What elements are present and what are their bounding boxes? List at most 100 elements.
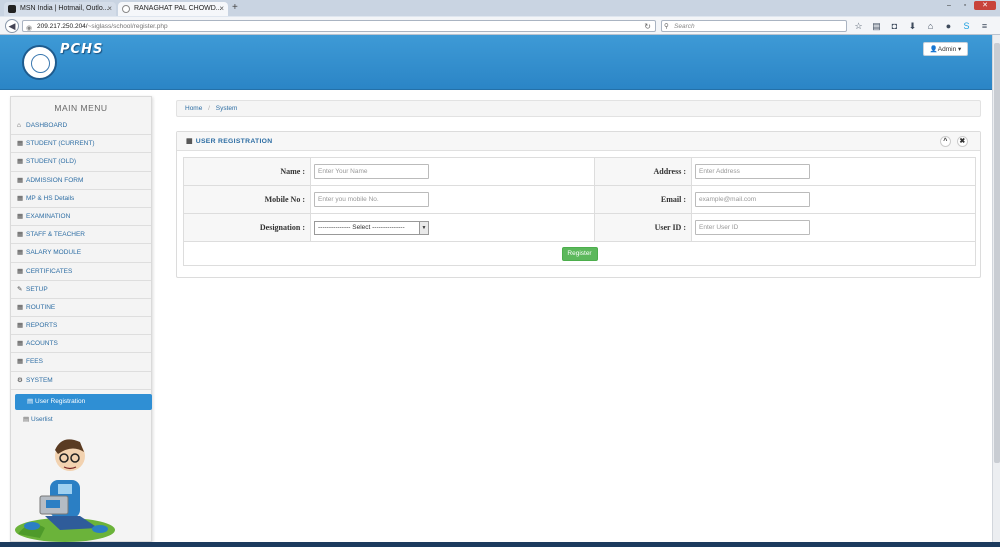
tab-close-icon[interactable]: × — [107, 2, 112, 16]
sidebar-item-setup[interactable]: ✎ SETUP — [11, 281, 151, 299]
sidebar-item-student-current[interactable]: ▦ STUDENT (CURRENT) — [11, 135, 151, 154]
grid-icon: ▦ — [17, 303, 24, 311]
form-row: Mobile No : Email : — [183, 185, 976, 214]
browser-chrome: MSN India | Hotmail, Outlo... × RANAGHAT… — [0, 0, 1000, 35]
menu-icon[interactable]: ≡ — [978, 20, 991, 32]
bookmark-star-icon[interactable]: ☆ — [852, 20, 865, 32]
sidebar-item-routine[interactable]: ▦ ROUTINE — [11, 299, 151, 318]
sidebar-item-label: STUDENT (CURRENT) — [26, 140, 95, 148]
sidebar-item-label: ROUTINE — [26, 303, 56, 311]
sidebar-item-acounts[interactable]: ▦ ACOUNTS — [11, 335, 151, 354]
maximize-icon[interactable]: ▫ — [958, 1, 972, 10]
globe-icon: ◉ — [26, 25, 33, 32]
grid-icon: ▦ — [17, 267, 24, 275]
email-input[interactable] — [695, 192, 810, 207]
address-cell — [691, 157, 976, 186]
userid-input[interactable] — [695, 220, 810, 235]
msn-favicon-icon — [8, 5, 16, 13]
skype-icon[interactable]: S — [960, 20, 973, 32]
mobile-input[interactable] — [314, 192, 429, 207]
back-button[interactable]: ◀ — [5, 19, 19, 33]
clipboard-icon[interactable]: ▤ — [870, 20, 883, 32]
os-taskbar — [0, 542, 1000, 547]
mobile-label: Mobile No : — [183, 185, 311, 214]
page-scrollbar[interactable] — [992, 35, 1000, 542]
panel-close-icon[interactable]: ✖ — [957, 136, 968, 147]
sidebar-item-staff-teacher[interactable]: ▦ STAFF & TEACHER — [11, 226, 151, 245]
breadcrumb-current[interactable]: System — [216, 105, 238, 112]
admin-dropdown-button[interactable]: 👤Admin ▾ — [923, 42, 968, 56]
name-label: Name : — [183, 157, 311, 186]
panel-title: USER REGISTRATION — [195, 138, 273, 145]
scrollbar-thumb[interactable] — [994, 43, 1000, 463]
sidebar-subitem-label: User Registration — [35, 397, 86, 405]
grid-icon: ▦ — [186, 138, 193, 145]
sidebar-item-label: ADMISSION FORM — [26, 176, 84, 184]
designation-select[interactable]: --------------- Select --------------- ▼ — [314, 220, 429, 235]
download-icon[interactable]: ⬇ — [906, 20, 919, 32]
sidebar-item-mp-hs-details[interactable]: ▦ MP & HS Details — [11, 190, 151, 208]
breadcrumb-home-link[interactable]: Home — [185, 105, 202, 112]
sidebar-item-label: SYSTEM — [26, 376, 53, 384]
url-bar[interactable]: ◉ 209.217.250.204/~siglass/school/regist… — [22, 20, 656, 32]
address-label: Address : — [594, 157, 692, 186]
sidebar-item-label: MP & HS Details — [26, 194, 75, 202]
grid-icon: ▦ — [17, 231, 24, 239]
toolbar-icons: ☆ ▤ ◘ ⬇ ⌂ ● S ≡ — [852, 20, 991, 32]
sidebar-subitem-userlist[interactable]: ▤ Userlist — [11, 412, 151, 428]
reload-icon[interactable]: ↻ — [644, 21, 651, 32]
wrench-icon: ✎ — [17, 285, 23, 293]
button-cell: Register — [183, 241, 976, 266]
tab-close-icon[interactable]: × — [219, 2, 224, 16]
registration-form: Name : Address : Mobile No : Email : Des… — [183, 157, 976, 266]
tab-ranaghat[interactable]: RANAGHAT PAL CHOWD... × — [118, 2, 228, 16]
register-button[interactable]: Register — [561, 246, 598, 261]
mobile-cell — [310, 185, 595, 214]
search-input[interactable]: ⚲ Search — [661, 20, 847, 32]
sidebar-item-certificates[interactable]: ▦ CERTIFICATES — [11, 263, 151, 281]
grid-icon: ▦ — [17, 340, 24, 348]
sidebar-item-examination[interactable]: ▦ EXAMINATION — [11, 208, 151, 227]
sidebar-item-admission-form[interactable]: ▦ ADMISSION FORM — [11, 172, 151, 190]
sidebar-item-dashboard[interactable]: ⌂ DASHBOARD — [11, 117, 151, 136]
sidebar-item-student-old[interactable]: ▦ STUDENT (OLD) — [11, 153, 151, 172]
designation-cell: --------------- Select --------------- ▼ — [310, 213, 595, 242]
sidebar-item-fees[interactable]: ▦ FEES — [11, 353, 151, 372]
grid-icon: ▦ — [17, 322, 24, 330]
search-placeholder: Search — [674, 23, 695, 30]
tab-title: RANAGHAT PAL CHOWD... — [134, 5, 222, 12]
brand-title: PCHS — [60, 42, 104, 57]
designation-label: Designation : — [183, 213, 311, 242]
tab-msn[interactable]: MSN India | Hotmail, Outlo... × — [4, 2, 116, 16]
grid-icon: ▦ — [17, 194, 24, 202]
email-cell — [691, 185, 976, 214]
home-icon[interactable]: ⌂ — [924, 20, 937, 32]
sidebar-subitem-user-registration[interactable]: ▤ User Registration — [15, 393, 152, 410]
sidebar-item-label: CERTIFICATES — [26, 267, 73, 275]
user-registration-panel: ▦USER REGISTRATION ^ ✖ Name : Address : … — [176, 131, 981, 278]
name-input[interactable] — [314, 164, 429, 179]
collapse-icon[interactable]: ^ — [940, 136, 951, 147]
minimize-icon[interactable]: – — [942, 1, 956, 10]
sidebar-item-salary-module[interactable]: ▦ SALARY MODULE — [11, 244, 151, 263]
chat-icon[interactable]: ● — [942, 20, 955, 32]
sidebar-item-system[interactable]: ⚙ SYSTEM — [11, 372, 151, 390]
nav-bar: ◀ ◉ 209.217.250.204/~siglass/school/regi… — [0, 17, 1000, 35]
grid-icon: ▦ — [17, 249, 24, 257]
sidebar-item-label: SALARY MODULE — [26, 249, 82, 257]
address-input[interactable] — [695, 164, 810, 179]
form-row: Name : Address : — [183, 157, 976, 186]
dropdown-arrow-icon[interactable]: ▼ — [419, 221, 428, 234]
new-tab-button[interactable]: + — [232, 2, 238, 13]
search-icon: ⚲ — [664, 23, 669, 30]
userid-cell — [691, 213, 976, 242]
window-close-icon[interactable]: ✕ — [974, 1, 996, 10]
home-icon: ⌂ — [17, 122, 21, 129]
designation-selected: --------------- Select --------------- — [318, 223, 405, 231]
student-cartoon-illustration — [15, 439, 115, 542]
sidebar-item-reports[interactable]: ▦ REPORTS — [11, 317, 151, 336]
grid-icon: ▦ — [17, 358, 24, 366]
url-host: 209.217.250.204/ — [37, 23, 88, 30]
user-icon: 👤 — [929, 46, 938, 53]
pocket-icon[interactable]: ◘ — [888, 20, 901, 32]
